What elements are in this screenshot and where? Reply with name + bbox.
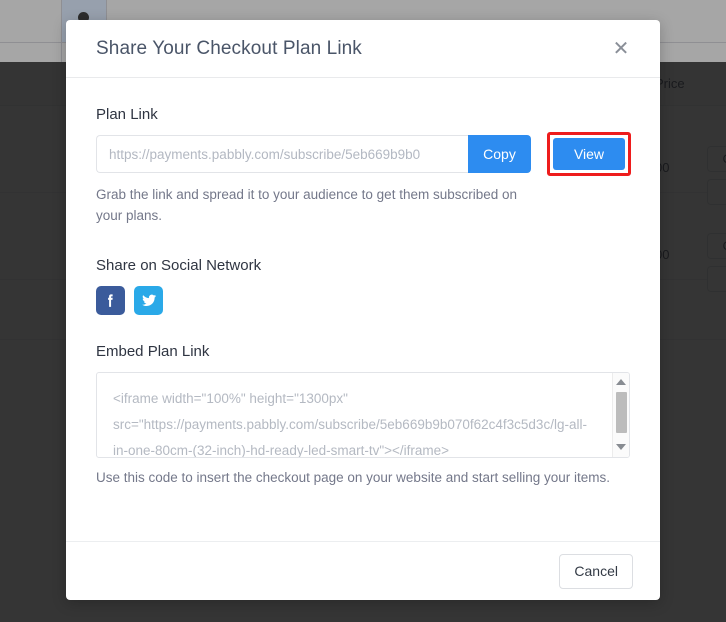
view-button-highlight: View bbox=[547, 132, 631, 176]
plan-link-section: Plan Link https://payments.pabbly.com/su… bbox=[96, 106, 631, 227]
embed-helper-text: Use this code to insert the checkout pag… bbox=[96, 469, 611, 485]
plan-link-label: Plan Link bbox=[96, 106, 158, 123]
scrollbar-thumb[interactable] bbox=[616, 391, 627, 433]
share-plan-link-modal: Share Your Checkout Plan Link ✕ Plan Lin… bbox=[66, 20, 660, 600]
scroll-up-icon[interactable] bbox=[613, 375, 629, 390]
cancel-button[interactable]: Cancel bbox=[559, 553, 633, 589]
plan-link-row: https://payments.pabbly.com/subscribe/5e… bbox=[96, 132, 631, 176]
copy-button[interactable]: Copy bbox=[468, 135, 531, 173]
social-share-section: Share on Social Network bbox=[96, 257, 630, 315]
social-share-label: Share on Social Network bbox=[96, 256, 262, 274]
plan-link-input-group: https://payments.pabbly.com/subscribe/5e… bbox=[96, 135, 531, 173]
plan-link-helper-text: Grab the link and spread it to your audi… bbox=[96, 187, 518, 223]
modal-header: Share Your Checkout Plan Link ✕ bbox=[66, 20, 660, 78]
embed-link-section: Embed Plan Link <iframe width="100%" hei… bbox=[96, 343, 630, 485]
modal-footer: Cancel bbox=[66, 541, 660, 600]
social-icon-list bbox=[96, 285, 630, 315]
view-button[interactable]: View bbox=[553, 138, 625, 170]
plan-link-input[interactable]: https://payments.pabbly.com/subscribe/5e… bbox=[96, 135, 468, 173]
facebook-icon[interactable] bbox=[96, 285, 125, 315]
embed-code-textarea[interactable]: <iframe width="100%" height="1300px" src… bbox=[113, 386, 593, 457]
modal-title: Share Your Checkout Plan Link bbox=[96, 37, 362, 59]
embed-link-label: Embed Plan Link bbox=[96, 342, 210, 360]
modal-body: Plan Link https://payments.pabbly.com/su… bbox=[66, 78, 660, 485]
scroll-down-icon[interactable] bbox=[613, 440, 629, 455]
close-icon[interactable]: ✕ bbox=[608, 36, 634, 62]
twitter-icon[interactable] bbox=[134, 285, 163, 315]
embed-scrollbar[interactable] bbox=[612, 372, 629, 457]
background-topbar-divider bbox=[61, 0, 62, 62]
embed-code-box[interactable]: <iframe width="100%" height="1300px" src… bbox=[96, 371, 630, 458]
